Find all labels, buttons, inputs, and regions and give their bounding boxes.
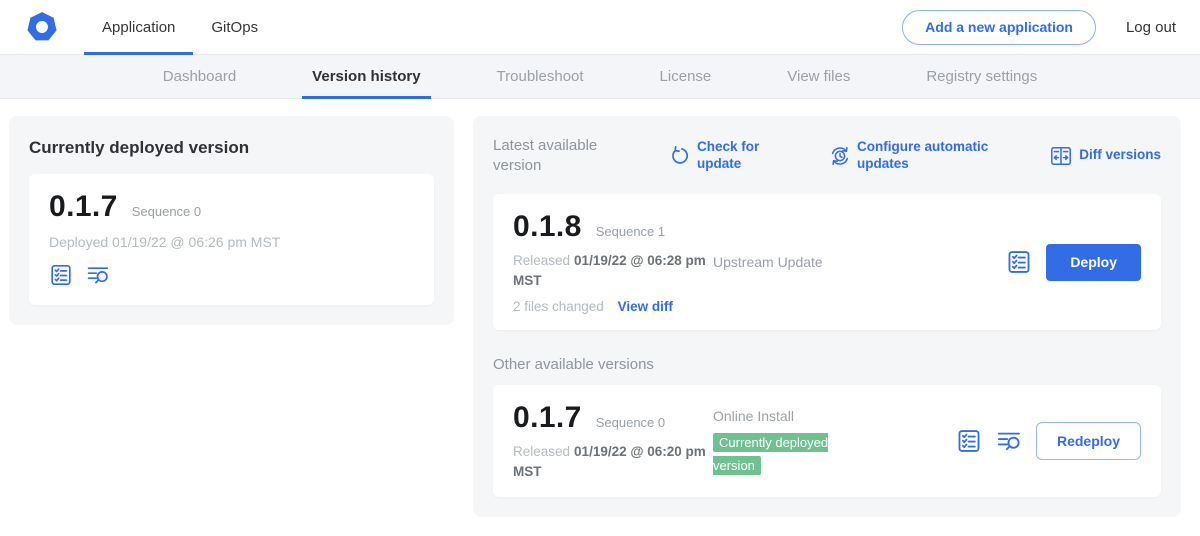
currently-deployed-title: Currently deployed version <box>29 138 434 158</box>
app-subnav: Dashboard Version history Troubleshoot L… <box>0 55 1200 99</box>
top-tabs: Application GitOps <box>84 0 276 54</box>
version-info: 0.1.7 Sequence 0 Released01/19/22 @ 06:2… <box>513 401 713 481</box>
subnav-item-view-files[interactable]: View files <box>777 55 860 98</box>
subnav-label: Registry settings <box>926 68 1037 85</box>
released-timestamp: Released01/19/22 @ 06:28 pm MST <box>513 251 708 290</box>
version-row: 0.1.7 Sequence 0 <box>49 190 414 224</box>
tab-application[interactable]: Application <box>84 0 193 54</box>
latest-available-title: Latest available version <box>493 136 643 175</box>
version-number: 0.1.8 <box>513 210 582 244</box>
currently-deployed-badge: Currently deployed version <box>713 433 828 475</box>
deploy-logs-icon[interactable] <box>86 263 110 287</box>
diff-versions-link[interactable]: Diff versions <box>1050 145 1161 167</box>
main-content: Currently deployed version 0.1.7 Sequenc… <box>0 99 1200 517</box>
subnav-item-dashboard[interactable]: Dashboard <box>153 55 246 98</box>
subnav-item-registry-settings[interactable]: Registry settings <box>916 55 1047 98</box>
deployed-badge-wrap: Currently deployed version <box>713 432 853 478</box>
deployed-timestamp: Deployed 01/19/22 @ 06:26 pm MST <box>49 234 414 250</box>
check-for-update-label: Check for update <box>697 139 771 171</box>
sequence-label: Sequence 0 <box>132 204 201 219</box>
currently-deployed-panel: Currently deployed version 0.1.7 Sequenc… <box>9 116 454 325</box>
subnav-label: View files <box>787 68 850 85</box>
subnav-item-license[interactable]: License <box>650 55 722 98</box>
view-diff-link[interactable]: View diff <box>618 299 673 314</box>
redeploy-button[interactable]: Redeploy <box>1036 422 1141 460</box>
version-source: Upstream Update <box>713 254 918 270</box>
logout-link[interactable]: Log out <box>1126 19 1176 36</box>
tab-gitops-label: GitOps <box>211 19 258 36</box>
released-label: Released <box>513 253 570 268</box>
subnav-label: License <box>660 68 712 85</box>
subnav-label: Dashboard <box>163 68 236 85</box>
version-actions: Redeploy <box>956 422 1141 460</box>
version-info: 0.1.8 Sequence 1 Released01/19/22 @ 06:2… <box>513 210 713 314</box>
subnav-item-version-history[interactable]: Version history <box>302 55 430 98</box>
subnav-label: Troubleshoot <box>497 68 584 85</box>
deploy-logs-icon[interactable] <box>996 428 1022 454</box>
version-row: 0.1.7 Sequence 0 <box>513 401 713 435</box>
install-type-label: Online Install <box>713 408 918 424</box>
diff-versions-icon <box>1050 145 1072 167</box>
preflight-checklist-icon[interactable] <box>1006 249 1032 275</box>
files-changed-row: 2 files changed View diff <box>513 299 713 314</box>
add-new-application-button[interactable]: Add a new application <box>902 10 1096 45</box>
version-number: 0.1.7 <box>513 401 582 435</box>
tab-application-label: Application <box>102 19 175 36</box>
check-for-update-link[interactable]: Check for update <box>670 139 771 171</box>
app-logo-icon[interactable] <box>25 10 59 44</box>
released-timestamp: Released01/19/22 @ 06:20 pm MST <box>513 442 708 481</box>
version-row: 0.1.8 Sequence 1 <box>513 210 713 244</box>
available-panel-header: Latest available version Check for updat… <box>493 136 1161 175</box>
tab-gitops[interactable]: GitOps <box>193 0 276 54</box>
deploy-button[interactable]: Deploy <box>1046 244 1141 281</box>
top-header: Application GitOps Add a new application… <box>0 0 1200 55</box>
latest-version-card: 0.1.8 Sequence 1 Released01/19/22 @ 06:2… <box>493 194 1161 330</box>
available-versions-panel: Latest available version Check for updat… <box>473 116 1181 517</box>
version-actions: Deploy <box>1006 244 1141 281</box>
files-changed-label: 2 files changed <box>513 299 604 314</box>
subnav-label: Version history <box>312 68 420 85</box>
version-number: 0.1.7 <box>49 190 118 224</box>
configure-automatic-updates-link[interactable]: Configure automatic updates <box>830 139 997 171</box>
subnav-item-troubleshoot[interactable]: Troubleshoot <box>487 55 594 98</box>
sequence-label: Sequence 0 <box>596 415 665 430</box>
diff-versions-label: Diff versions <box>1079 147 1161 163</box>
configure-automatic-updates-label: Configure automatic updates <box>857 139 997 171</box>
deployed-version-card: 0.1.7 Sequence 0 Deployed 01/19/22 @ 06:… <box>29 174 434 305</box>
other-versions-title: Other available versions <box>493 356 1161 373</box>
refresh-icon <box>670 146 690 166</box>
preflight-checklist-icon[interactable] <box>956 428 982 454</box>
released-label: Released <box>513 444 570 459</box>
other-version-card: 0.1.7 Sequence 0 Released01/19/22 @ 06:2… <box>493 385 1161 497</box>
sequence-label: Sequence 1 <box>596 224 665 239</box>
preflight-checklist-icon[interactable] <box>49 263 73 287</box>
version-actions <box>49 263 414 287</box>
clock-rotate-icon <box>830 146 850 166</box>
version-source-block: Online Install Currently deployed versio… <box>713 401 918 481</box>
